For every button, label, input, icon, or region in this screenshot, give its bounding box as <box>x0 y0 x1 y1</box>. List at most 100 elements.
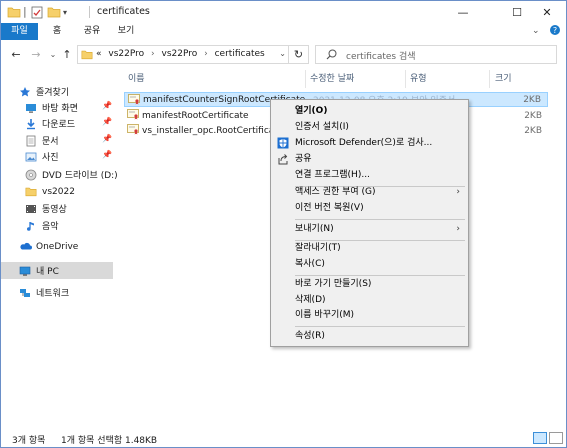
pin-icon: 📌 <box>102 150 112 159</box>
column-header-name[interactable]: 이름 <box>128 71 145 86</box>
sidebar-item-label: 음악 <box>42 222 59 232</box>
column-header-type[interactable]: 유형 <box>410 71 427 86</box>
recent-locations-icon[interactable]: ⌄ <box>46 46 60 62</box>
certificate-icon <box>128 94 140 108</box>
sidebar-item-label: 바탕 화면 <box>42 104 78 114</box>
menu-item-install-certificate[interactable]: 인증서 설치(I) <box>273 119 466 135</box>
expand-ribbon-icon[interactable]: ⌄ <box>532 26 540 36</box>
sidebar-item-onedrive[interactable]: OneDrive <box>19 238 131 255</box>
network-icon <box>19 287 31 299</box>
sidebar-item-pictures[interactable]: 사진 <box>25 148 137 165</box>
desktop-icon <box>25 102 37 114</box>
sidebar-item-dvd-drive[interactable]: DVD 드라이브 (D:) <box>25 166 137 183</box>
video-icon <box>25 203 37 215</box>
chevron-right-icon[interactable]: › <box>151 49 155 59</box>
column-divider[interactable] <box>305 70 306 88</box>
tab-share[interactable]: 공유 <box>80 23 104 40</box>
menu-item-send-to[interactable]: 보내기(N) › <box>273 221 466 237</box>
sidebar-item-label: 내 PC <box>36 267 59 277</box>
pin-icon: 📌 <box>102 134 112 143</box>
chevron-right-icon: › <box>456 224 460 234</box>
back-arrow-icon[interactable]: ← <box>9 46 23 62</box>
pc-icon <box>19 265 31 277</box>
sidebar-item-label: vs2022 <box>42 186 75 197</box>
breadcrumb: « vs22Pro › vs22Pro › certificates <box>96 49 269 59</box>
up-arrow-icon[interactable]: ↑ <box>60 46 74 62</box>
sidebar-item-music[interactable]: 음악 <box>25 217 137 234</box>
title-bar: | ▾ certificates — ☐ ✕ <box>1 1 566 23</box>
forward-arrow-icon[interactable]: → <box>29 46 43 62</box>
menu-item-defender-scan[interactable]: Microsoft Defender(으)로 검사... <box>273 135 466 151</box>
star-icon <box>19 86 31 98</box>
menu-item-label: 보내기(N) <box>295 224 334 234</box>
folder-icon <box>25 186 37 198</box>
column-divider[interactable] <box>405 70 406 88</box>
sidebar-item-downloads[interactable]: 다운로드 <box>25 115 137 132</box>
menu-item-share[interactable]: 공유 <box>273 151 466 167</box>
menu-item-label: Microsoft Defender(으)로 검사... <box>295 138 433 148</box>
explorer-window: | ▾ certificates — ☐ ✕ 파일 홈 공유 보기 ⌄ ? ← … <box>0 0 567 448</box>
file-size: 2KB <box>523 94 541 105</box>
menu-item-give-access[interactable]: 액세스 권한 부여 (G) › <box>273 184 466 200</box>
menu-item-open-with[interactable]: 연결 프로그램(H)... <box>273 167 466 183</box>
separator-glyph: | <box>23 4 27 18</box>
sidebar-item-label: 동영상 <box>42 205 67 215</box>
column-divider[interactable] <box>489 70 490 88</box>
folder-icon <box>81 49 93 63</box>
sidebar-item-documents[interactable]: 문서 <box>25 132 137 149</box>
tab-home[interactable]: 홈 <box>45 23 69 40</box>
sidebar-item-desktop[interactable]: 바탕 화면 <box>25 99 137 116</box>
customize-toolbar-icon[interactable]: ▾ <box>63 5 67 19</box>
sidebar-item-label: DVD 드라이브 (D:) <box>42 171 118 181</box>
menu-item-cut[interactable]: 잘라내기(T) <box>273 240 466 256</box>
menu-item-create-shortcut[interactable]: 바로 가기 만들기(S) <box>273 276 466 292</box>
sidebar-item-label: 네트워크 <box>36 289 70 299</box>
column-header-date[interactable]: 수정한 날짜 <box>310 71 354 86</box>
breadcrumb-item[interactable]: vs22Pro <box>108 49 144 59</box>
chevron-right-icon: › <box>456 187 460 197</box>
sidebar-item-network[interactable]: 네트워크 <box>19 284 131 301</box>
breadcrumb-item[interactable]: certificates <box>215 49 265 59</box>
close-button[interactable]: ✕ <box>529 1 565 23</box>
title-divider <box>89 6 90 18</box>
breadcrumb-item[interactable]: vs22Pro <box>162 49 198 59</box>
menu-item-label: 공유 <box>295 154 312 164</box>
tab-file[interactable]: 파일 <box>1 23 38 40</box>
column-header-size[interactable]: 크기 <box>495 71 512 86</box>
menu-item-delete[interactable]: 삭제(D) <box>273 292 466 308</box>
folder-icon <box>7 5 21 19</box>
chevron-right-icon[interactable]: › <box>204 49 208 59</box>
sidebar-item-quick-access[interactable]: 즐겨찾기 <box>19 83 131 100</box>
item-count: 3개 항목 <box>12 436 46 446</box>
menu-item-label: 액세스 권한 부여 (G) <box>295 187 376 197</box>
tab-view[interactable]: 보기 <box>114 23 138 40</box>
properties-icon[interactable] <box>31 5 43 19</box>
large-icons-view-icon[interactable] <box>549 432 563 444</box>
sidebar-item-vs2022[interactable]: vs2022 <box>25 183 137 200</box>
sidebar-item-this-pc[interactable]: 내 PC <box>1 262 113 279</box>
menu-item-properties[interactable]: 속성(R) <box>273 328 466 344</box>
status-bar: 3개 항목 1개 항목 선택함 1.48KB <box>1 427 566 447</box>
help-icon[interactable]: ? <box>549 24 561 39</box>
breadcrumb-overflow[interactable]: « <box>96 49 102 59</box>
menu-item-open[interactable]: 열기(O) <box>273 103 466 119</box>
chevron-down-icon[interactable]: ⌄ <box>279 49 286 58</box>
menu-item-copy[interactable]: 복사(C) <box>273 256 466 272</box>
address-bar[interactable]: « vs22Pro › vs22Pro › certificates ⌄ ↻ <box>77 45 309 64</box>
minimize-button[interactable]: — <box>443 1 483 23</box>
certificate-icon <box>127 109 139 123</box>
file-name: vs_installer_opc.RootCertificate <box>142 125 284 136</box>
menu-item-rename[interactable]: 이름 바꾸기(M) <box>273 307 466 323</box>
dvd-icon <box>25 169 37 181</box>
refresh-icon[interactable]: ↻ <box>288 46 308 63</box>
search-input[interactable]: certificates 검색 <box>315 45 557 64</box>
ribbon-tabs: 파일 홈 공유 보기 ⌄ ? <box>1 23 566 40</box>
new-folder-icon[interactable] <box>47 5 61 19</box>
navigation-pane: 즐겨찾기 바탕 화면 📌 다운로드 📌 문서 📌 사진 📌 DVD 드라이브 (… <box>1 70 118 426</box>
pin-icon: 📌 <box>102 117 112 126</box>
menu-item-restore-versions[interactable]: 이전 버전 복원(V) <box>273 200 466 216</box>
window-title: certificates <box>97 6 150 17</box>
sidebar-item-label: 즐겨찾기 <box>36 88 70 98</box>
details-view-icon[interactable] <box>533 432 547 444</box>
sidebar-item-videos[interactable]: 동영상 <box>25 200 137 217</box>
